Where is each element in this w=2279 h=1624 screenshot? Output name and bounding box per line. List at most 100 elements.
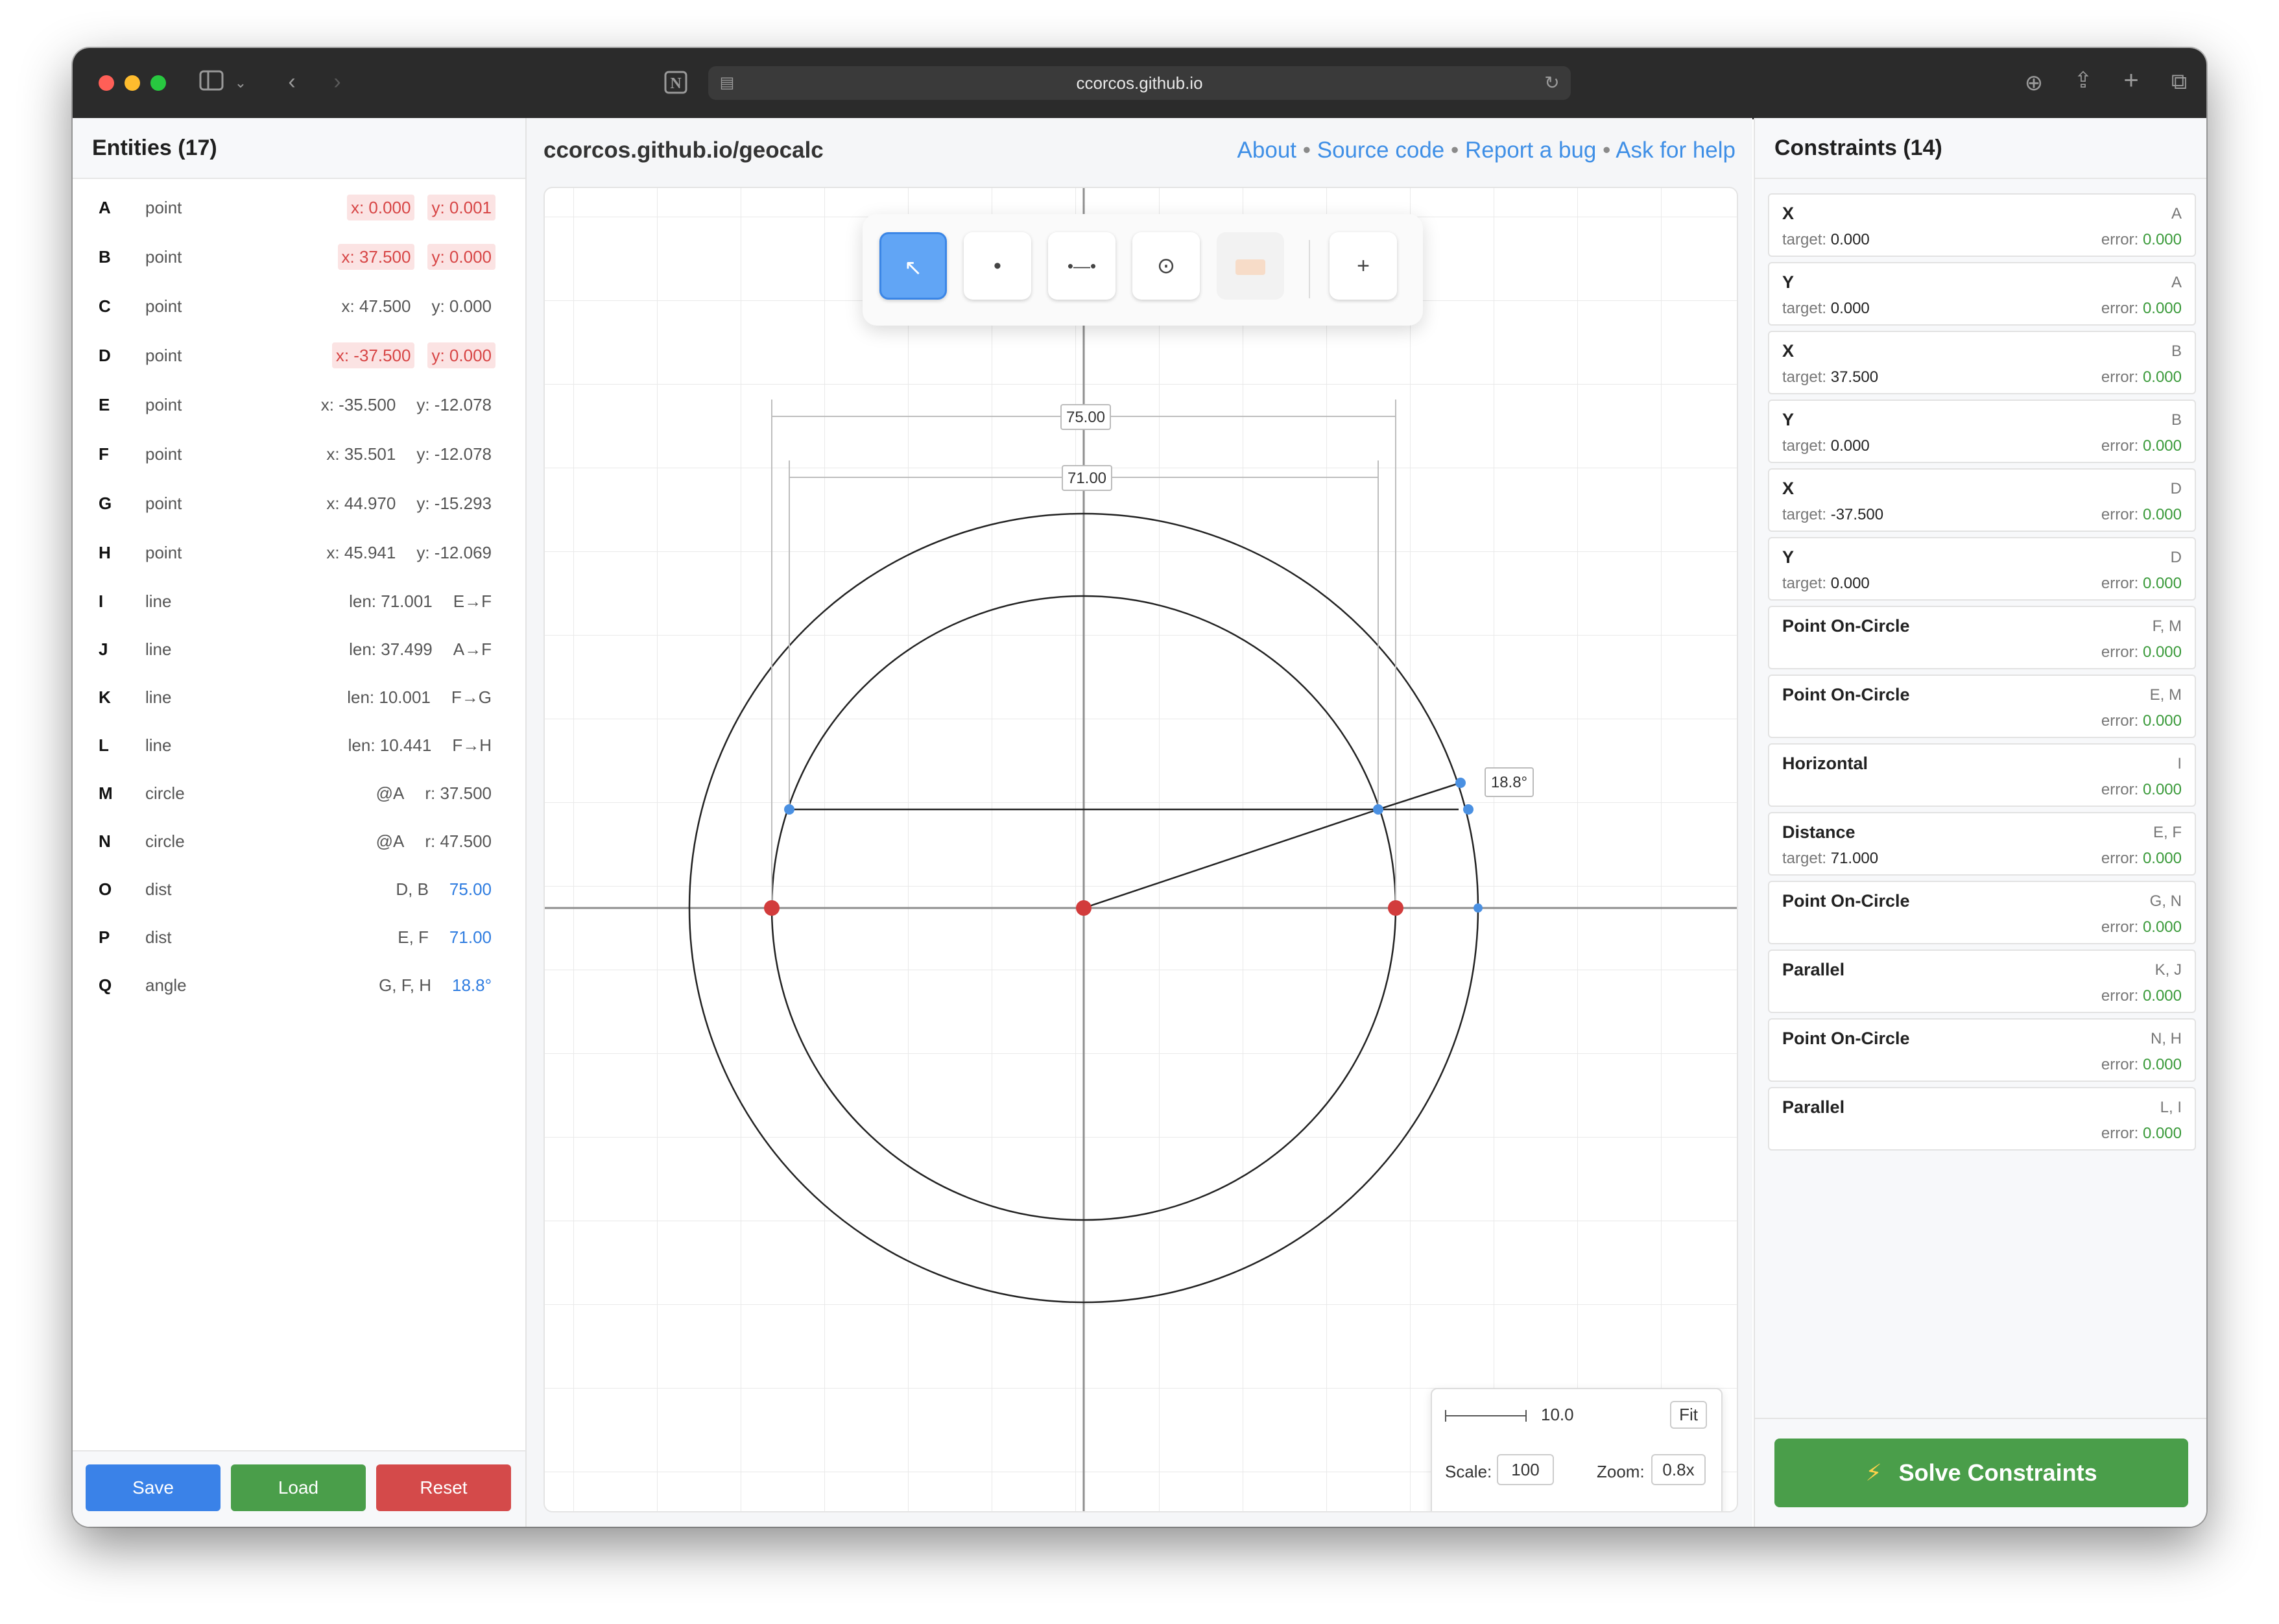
constraint-type: Y <box>1782 547 1795 567</box>
select-tool-button[interactable]: ↖ <box>879 232 947 300</box>
constraint-card[interactable]: X Dtarget: -37.500 error: 0.000 <box>1768 468 2196 532</box>
zoom-input[interactable]: 0.8x <box>1651 1454 1706 1485</box>
constraint-card[interactable]: Horizontal Ierror: 0.000 <box>1768 743 2196 807</box>
entity-row[interactable]: Qangle G, F, H 18.8° <box>73 961 525 1009</box>
entity-type: line <box>145 639 172 659</box>
entity-values: len: 71.001 E→F <box>345 577 495 625</box>
entity-row[interactable]: Lline len: 10.441 F→H <box>73 721 525 769</box>
entity-row[interactable]: Iline len: 71.001 E→F <box>73 577 525 625</box>
save-button[interactable]: Save <box>86 1464 221 1511</box>
entity-value[interactable]: 71.00 <box>446 924 495 950</box>
point-h[interactable] <box>1463 804 1474 815</box>
entity-row[interactable]: Kline len: 10.001 F→G <box>73 673 525 721</box>
constraint-card[interactable]: Y Atarget: 0.000 error: 0.000 <box>1768 262 2196 326</box>
constraint-card[interactable]: Point On-Circle G, N error: 0.000 <box>1768 881 2196 944</box>
constraint-card[interactable]: Point On-Circle F, M error: 0.000 <box>1768 606 2196 669</box>
constraint-card[interactable]: Y Dtarget: 0.000 error: 0.000 <box>1768 537 2196 601</box>
entity-row[interactable]: Cpoint x: 47.500 y: 0.000 <box>73 281 525 331</box>
entity-row[interactable]: Hpoint x: 45.941 y: -12.069 <box>73 528 525 577</box>
constraint-entities: D <box>2170 480 2182 497</box>
entity-value: x: 47.500 <box>341 296 411 316</box>
notion-icon[interactable]: N <box>663 70 689 101</box>
entity-row[interactable]: Mcircle @A r: 37.500 <box>73 769 525 817</box>
entity-type: circle <box>145 831 185 851</box>
angle-label[interactable]: 18.8° <box>1485 767 1534 797</box>
constraint-card[interactable]: Distance E, F target: 71.000 error: 0.000 <box>1768 812 2196 876</box>
error-label: error: <box>2101 712 2139 730</box>
constraint-card[interactable]: Parallel K, J error: 0.000 <box>1768 949 2196 1013</box>
error-label: error: <box>2101 781 2139 798</box>
lightning-icon: ⚡ <box>1865 1459 1882 1486</box>
plus-icon: + <box>1357 254 1370 278</box>
entity-value: y: -12.078 <box>416 395 492 414</box>
zoom-window-button[interactable] <box>150 75 166 91</box>
minimize-window-button[interactable] <box>125 75 140 91</box>
entity-row[interactable]: Fpoint x: 35.501 y: -12.078 <box>73 429 525 479</box>
constraint-card[interactable]: Parallel L, I error: 0.000 <box>1768 1087 2196 1151</box>
constraint-target: target: -37.500 <box>1782 506 1883 524</box>
constraint-card[interactable]: X Atarget: 0.000 error: 0.000 <box>1768 193 2196 257</box>
constraint-card[interactable]: Point On-Circle N, H error: 0.000 <box>1768 1018 2196 1082</box>
constraint-error: error: 0.000 <box>2101 850 2182 868</box>
share-icon[interactable]: ⇪ <box>2070 67 2096 93</box>
constraint-card[interactable]: X Btarget: 37.500 error: 0.000 <box>1768 331 2196 394</box>
point-d[interactable] <box>764 900 780 916</box>
entity-row[interactable]: Odist D, B 75.00 <box>73 865 525 913</box>
address-bar[interactable]: ▤ ccorcos.github.io ↻ <box>708 66 1571 100</box>
geometry-svg[interactable]: 75.00 71.00 18.8° <box>545 188 1737 1511</box>
entity-row[interactable]: Jline len: 37.499 A→F <box>73 625 525 673</box>
point-g[interactable] <box>1455 778 1466 788</box>
entity-id: F <box>99 444 109 464</box>
entity-value[interactable]: 75.00 <box>446 876 495 902</box>
entity-id: A <box>99 198 111 217</box>
label-tool-button[interactable] <box>1217 232 1284 300</box>
close-window-button[interactable] <box>99 75 114 91</box>
circle-tool-button[interactable]: ⊙ <box>1132 232 1200 300</box>
constraint-card[interactable]: Point On-Circle E, M error: 0.000 <box>1768 675 2196 738</box>
constraint-card[interactable]: Y Btarget: 0.000 error: 0.000 <box>1768 400 2196 463</box>
entity-row[interactable]: Dpoint x: -37.500 y: 0.000 <box>73 331 525 380</box>
entity-row[interactable]: Epoint x: -35.500 y: -12.078 <box>73 380 525 429</box>
point-e[interactable] <box>784 804 794 815</box>
solve-constraints-button[interactable]: ⚡ Solve Constraints <box>1774 1439 2188 1507</box>
forward-arrow-icon[interactable]: › <box>324 69 350 95</box>
tab-overview-icon[interactable]: ⧉ <box>2166 69 2192 95</box>
zoom-label: Zoom: <box>1597 1462 1645 1481</box>
drawing-canvas[interactable]: 75.00 71.00 18.8° ↖ • •—• ⊙ + 10.0 Fit S… <box>543 187 1738 1512</box>
back-arrow-icon[interactable]: ‹ <box>279 69 305 95</box>
source-code-link[interactable]: Source code <box>1317 137 1445 163</box>
solve-label: Solve Constraints <box>1898 1459 2097 1486</box>
entity-row[interactable]: Pdist E, F 71.00 <box>73 913 525 961</box>
download-icon[interactable]: ⊕ <box>2021 70 2047 96</box>
add-constraint-button[interactable]: + <box>1330 232 1397 300</box>
about-link[interactable]: About <box>1237 137 1296 163</box>
point-b[interactable] <box>1388 900 1403 916</box>
entity-row[interactable]: Gpoint x: 44.970 y: -15.293 <box>73 479 525 528</box>
entity-row[interactable]: Apoint x: 0.000 y: 0.001 <box>73 183 525 232</box>
entity-type: point <box>145 543 182 562</box>
ask-help-link[interactable]: Ask for help <box>1616 137 1736 163</box>
error-value: 0.000 <box>2142 850 2182 867</box>
line-tool-button[interactable]: •—• <box>1048 232 1116 300</box>
dim-label-71[interactable]: 71.00 <box>1062 465 1112 491</box>
chevron-down-icon[interactable]: ⌄ <box>232 70 249 96</box>
reset-button[interactable]: Reset <box>376 1464 511 1511</box>
constraint-type: Point On-Circle <box>1782 685 1910 704</box>
point-tool-button[interactable]: • <box>964 232 1031 300</box>
point-c[interactable] <box>1474 903 1483 913</box>
constraint-entities: G, N <box>2149 892 2182 910</box>
entity-value[interactable]: 18.8° <box>448 972 495 998</box>
point-f[interactable] <box>1373 804 1383 815</box>
scale-input[interactable]: 100 <box>1497 1454 1554 1485</box>
point-a[interactable] <box>1076 900 1092 916</box>
load-button[interactable]: Load <box>231 1464 366 1511</box>
entity-row[interactable]: Ncircle @A r: 47.500 <box>73 817 525 865</box>
report-bug-link[interactable]: Report a bug <box>1465 137 1596 163</box>
sidebar-toggle-icon[interactable] <box>197 70 226 97</box>
reload-icon[interactable]: ↻ <box>1542 70 1562 96</box>
entity-row[interactable]: Bpoint x: 37.500 y: 0.000 <box>73 232 525 281</box>
dim-label-75[interactable]: 75.00 <box>1060 404 1111 430</box>
entity-values: D, B 75.00 <box>392 865 495 913</box>
new-tab-icon[interactable]: + <box>2118 67 2144 93</box>
fit-button[interactable]: Fit <box>1670 1401 1707 1429</box>
